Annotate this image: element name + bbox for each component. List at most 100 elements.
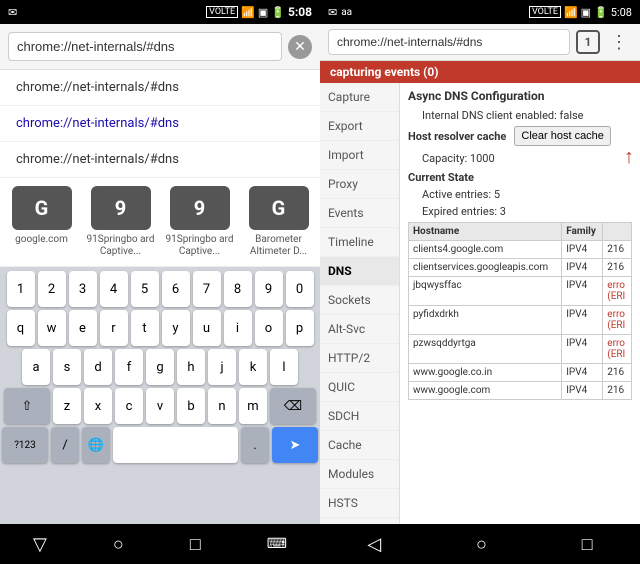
- kb-e[interactable]: e: [69, 310, 97, 346]
- kb-x[interactable]: x: [84, 388, 112, 424]
- kb-slash[interactable]: /: [51, 427, 79, 463]
- kb-shift[interactable]: ⇧: [4, 388, 50, 424]
- nav-item-sockets[interactable]: Sockets: [320, 286, 399, 315]
- family-cell: IPV4: [562, 306, 603, 335]
- capacity-label: Capacity: 1000: [422, 152, 632, 165]
- red-arrow-icon: ↑: [624, 144, 634, 169]
- quick-item-91-2[interactable]: 9 91Springbo ard Captive...: [164, 186, 236, 258]
- kb-q[interactable]: q: [7, 310, 35, 346]
- kb-1[interactable]: 1: [7, 271, 35, 307]
- address-bar-input-left[interactable]: [8, 32, 282, 61]
- kb-g[interactable]: g: [146, 349, 174, 385]
- more-menu-icon[interactable]: ⋮: [606, 30, 632, 55]
- quick-item-91-1[interactable]: 9 91Springbo ard Captive...: [85, 186, 157, 258]
- table-row: www.google.co.in IPV4 216: [409, 364, 632, 382]
- kb-m[interactable]: m: [239, 388, 267, 424]
- recents-button-right[interactable]: □: [566, 528, 609, 561]
- nav-item-alt-svc[interactable]: Alt-Svc: [320, 315, 399, 344]
- suggestion-item-3[interactable]: chrome://net-internals/#dns: [0, 142, 320, 177]
- keyboard-button-left[interactable]: ⌨: [251, 530, 303, 558]
- tab-count[interactable]: 1: [576, 30, 600, 54]
- current-state-title: Current State: [408, 171, 632, 184]
- kb-o[interactable]: o: [255, 310, 283, 346]
- nav-item-timeline[interactable]: Timeline: [320, 228, 399, 257]
- kb-b[interactable]: b: [177, 388, 205, 424]
- nav-item-quic[interactable]: QUIC: [320, 373, 399, 402]
- kb-w[interactable]: w: [38, 310, 66, 346]
- signal-icon-left: ▣: [258, 6, 268, 19]
- kb-h[interactable]: h: [177, 349, 205, 385]
- kb-s[interactable]: s: [53, 349, 81, 385]
- suggestion-item-2[interactable]: chrome://net-internals/#dns: [0, 106, 320, 142]
- status-cell: 216: [603, 382, 632, 400]
- status-cell-error: erro(ERI: [603, 277, 632, 306]
- kb-k[interactable]: k: [239, 349, 267, 385]
- quick-item-barometer[interactable]: G Barometer Altimeter D...: [243, 186, 315, 258]
- suggestion-item-1[interactable]: chrome://net-internals/#dns: [0, 70, 320, 106]
- kb-i[interactable]: i: [224, 310, 252, 346]
- kb-globe-icon[interactable]: 🌐: [82, 427, 110, 463]
- kb-y[interactable]: y: [162, 310, 190, 346]
- kb-n[interactable]: n: [208, 388, 236, 424]
- nav-item-export[interactable]: Export: [320, 112, 399, 141]
- kb-3[interactable]: 3: [69, 271, 97, 307]
- family-cell: IPV4: [562, 364, 603, 382]
- nav-item-dns[interactable]: DNS: [320, 257, 399, 286]
- back-button-right[interactable]: ◁: [351, 528, 397, 561]
- nav-item-http2[interactable]: HTTP/2: [320, 344, 399, 373]
- table-row: clients4.google.com IPV4 216: [409, 241, 632, 259]
- nav-item-capture[interactable]: Capture: [320, 83, 399, 112]
- kb-f[interactable]: f: [115, 349, 143, 385]
- kb-9[interactable]: 9: [255, 271, 283, 307]
- kb-j[interactable]: j: [208, 349, 236, 385]
- kb-8[interactable]: 8: [224, 271, 252, 307]
- kb-backspace[interactable]: ⌫: [270, 388, 316, 424]
- nav-item-sdch[interactable]: SDCH: [320, 402, 399, 431]
- nav-item-hsts[interactable]: HSTS: [320, 489, 399, 518]
- nav-item-proxy[interactable]: Proxy: [320, 170, 399, 199]
- kb-2[interactable]: 2: [38, 271, 66, 307]
- col-family: Family: [562, 223, 603, 241]
- kb-z[interactable]: z: [53, 388, 81, 424]
- kb-v[interactable]: v: [146, 388, 174, 424]
- nav-item-events[interactable]: Events: [320, 199, 399, 228]
- clear-address-button[interactable]: ✕: [288, 35, 312, 59]
- home-button-left[interactable]: ○: [97, 528, 140, 561]
- right-address-input[interactable]: [328, 29, 570, 55]
- wifi-icon-right: 📶: [564, 6, 578, 19]
- nav-item-cache[interactable]: Cache: [320, 431, 399, 460]
- kb-period[interactable]: .: [241, 427, 269, 463]
- recents-button-left[interactable]: □: [174, 528, 217, 561]
- kb-row-numbers: 1 2 3 4 5 6 7 8 9 0: [2, 271, 318, 307]
- home-button-right[interactable]: ○: [460, 528, 503, 561]
- col-hostname: Hostname: [409, 223, 562, 241]
- kb-p[interactable]: p: [286, 310, 314, 346]
- kb-t[interactable]: t: [131, 310, 159, 346]
- kb-c[interactable]: c: [115, 388, 143, 424]
- kb-symbols[interactable]: ?123: [2, 427, 48, 463]
- kb-l[interactable]: l: [270, 349, 298, 385]
- nav-item-modules[interactable]: Modules: [320, 460, 399, 489]
- kb-7[interactable]: 7: [193, 271, 221, 307]
- kb-enter[interactable]: ➤: [272, 427, 318, 463]
- back-button-left[interactable]: ▽: [17, 528, 63, 561]
- hostname-cell: pzwsqddyrtga: [409, 335, 562, 364]
- kb-r[interactable]: r: [100, 310, 128, 346]
- kb-space[interactable]: [113, 427, 238, 463]
- kb-u[interactable]: u: [193, 310, 221, 346]
- kb-5[interactable]: 5: [131, 271, 159, 307]
- nav-item-import[interactable]: Import: [320, 141, 399, 170]
- kb-6[interactable]: 6: [162, 271, 190, 307]
- kb-d[interactable]: d: [84, 349, 112, 385]
- right-status-icons-right: VOLTE 📶 ▣ 🔋 5:08: [529, 6, 632, 19]
- sidebar-nav: Capture Export Import Proxy Events Timel…: [320, 83, 400, 524]
- table-row: jbqwysffac IPV4 erro(ERI: [409, 277, 632, 306]
- capturing-banner: capturing events (0): [320, 61, 640, 83]
- quick-item-google[interactable]: G google.com: [6, 186, 78, 258]
- clear-host-cache-button[interactable]: Clear host cache: [514, 126, 611, 146]
- quick-label-barometer: Barometer Altimeter D...: [243, 234, 315, 258]
- bullet-dns-client: Internal DNS client enabled: false: [422, 109, 632, 122]
- kb-4[interactable]: 4: [100, 271, 128, 307]
- kb-a[interactable]: a: [22, 349, 50, 385]
- kb-0[interactable]: 0: [286, 271, 314, 307]
